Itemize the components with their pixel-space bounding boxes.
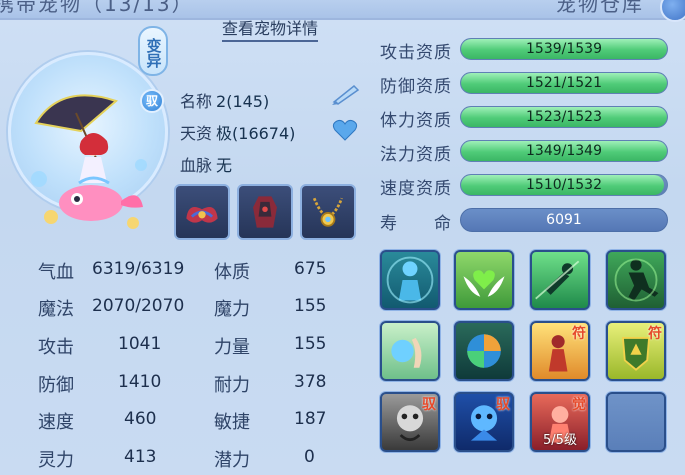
skill-slot-1[interactable] <box>380 250 440 310</box>
skill-level-11: 5/5级 <box>543 433 577 448</box>
stat-value-speed: 460 <box>124 409 157 429</box>
quality-bar-mana: 1349/1349 <box>460 140 668 162</box>
stat-label-defense: 防御 <box>38 375 74 396</box>
skill-slot-12[interactable] <box>606 392 666 452</box>
skill-slot-9[interactable]: 驭 <box>380 392 440 452</box>
ride-badge[interactable]: 驭 <box>140 89 164 113</box>
bloodline-value: 无 <box>216 156 233 175</box>
attr-label-magic: 魔力 <box>214 299 250 320</box>
attr-value-potential: 0 <box>304 447 315 467</box>
pet-name-row: 名称 2(145) <box>180 88 269 112</box>
quality-bar-stamina: 1523/1523 <box>460 106 668 128</box>
stat-label-hp: 气血 <box>38 262 74 283</box>
dragon-armor-icon <box>253 196 277 228</box>
figure-aura-skill-icon <box>386 256 434 304</box>
skill-tag-8: 符 <box>648 326 662 342</box>
equip-slot-3[interactable] <box>300 184 356 240</box>
quality-bar-defense: 1521/1521 <box>460 72 668 94</box>
pet-avatar[interactable] <box>8 52 168 229</box>
stat-value-defense: 1410 <box>118 372 162 392</box>
attr-value-agility: 187 <box>294 409 327 429</box>
quality-text-attack: 1539/1539 <box>526 41 602 57</box>
attr-label-potential: 潜力 <box>214 450 250 471</box>
pet-bloodline-row: 血脉无 <box>180 152 232 176</box>
carried-pets-tab[interactable]: 携带宠物（13/13） <box>0 0 194 17</box>
stat-value-mp: 2070/2070 <box>92 296 185 316</box>
quality-bar-attack: 1539/1539 <box>460 38 668 60</box>
stat-value-hp: 6319/6319 <box>92 259 185 279</box>
heart-wings-skill-icon <box>463 270 505 297</box>
heart-icon[interactable] <box>332 118 358 142</box>
skill-slot-7[interactable]: 符 <box>530 321 590 381</box>
skill-slot-11[interactable]: 觉 5/5级 <box>530 392 590 452</box>
attr-value-endurance: 378 <box>294 372 327 392</box>
gold-necklace-icon <box>312 197 344 227</box>
attr-label-constitution: 体质 <box>214 262 250 283</box>
skill-slot-8[interactable]: 符 <box>606 321 666 381</box>
stat-label-spirit: 灵力 <box>38 450 74 471</box>
quality-bar-speed: 1510/1532 <box>460 174 668 196</box>
skill-tag-10: 驭 <box>496 397 510 413</box>
skill-slot-10[interactable]: 驭 <box>454 392 514 452</box>
name-label: 名称 <box>180 92 213 111</box>
skill-slot-2[interactable] <box>454 250 514 310</box>
name-value: 2(145) <box>216 92 270 111</box>
aptitude-label: 天资 <box>180 124 213 143</box>
pet-aptitude-row: 天资 极(16674) <box>180 120 295 144</box>
quality-label-attack: 攻击资质 <box>380 43 452 63</box>
aptitude-value: 极(16674) <box>216 124 296 143</box>
hand-orb-skill-icon <box>391 337 422 368</box>
skill-tag-11: 觉 <box>572 397 586 413</box>
stat-label-mp: 魔法 <box>38 299 74 320</box>
quality-text-speed: 1510/1532 <box>526 177 602 193</box>
kick-skill-icon <box>614 258 659 302</box>
quality-label-defense: 防御资质 <box>380 77 452 97</box>
quality-label-mana: 法力资质 <box>380 145 452 165</box>
spiral-orb-skill-icon <box>467 334 501 368</box>
quality-text-stamina: 1523/1523 <box>526 109 602 125</box>
lifespan-bar: 6091 <box>460 208 668 232</box>
stat-value-spirit: 413 <box>124 447 157 467</box>
skill-tag-7: 符 <box>572 326 586 342</box>
lifespan-label: 寿 命 <box>380 214 452 234</box>
attr-value-strength: 155 <box>294 334 327 354</box>
flame-crown-icon <box>186 206 218 223</box>
bloodline-label: 血脉 <box>180 156 213 175</box>
pet-storage-tab[interactable]: 宠物仓库 <box>556 0 644 17</box>
attr-label-strength: 力量 <box>214 337 250 358</box>
equip-slot-2[interactable] <box>237 184 293 240</box>
skill-slot-4[interactable] <box>606 250 666 310</box>
attr-label-endurance: 耐力 <box>214 375 250 396</box>
skill-slot-5[interactable] <box>380 321 440 381</box>
edit-name-icon[interactable] <box>330 82 362 106</box>
empty-slot-icon <box>608 394 664 450</box>
equip-slot-1[interactable] <box>174 184 230 240</box>
skill-slot-6[interactable] <box>454 321 514 381</box>
skill-slot-3[interactable] <box>530 250 590 310</box>
dash-strike-skill-icon <box>535 260 580 300</box>
skill-tag-9: 驭 <box>422 397 436 413</box>
view-pet-detail-link[interactable]: 查看宠物详情 <box>222 15 319 42</box>
attr-value-constitution: 675 <box>294 259 327 279</box>
quality-text-defense: 1521/1521 <box>526 75 602 91</box>
attr-value-magic: 155 <box>294 296 327 316</box>
stat-value-attack: 1041 <box>118 334 162 354</box>
quality-label-speed: 速度资质 <box>380 179 452 199</box>
quality-label-stamina: 体力资质 <box>380 111 452 131</box>
stat-label-attack: 攻击 <box>38 337 74 358</box>
stat-label-speed: 速度 <box>38 412 74 433</box>
variant-badge: 变异 <box>138 26 168 76</box>
attr-label-agility: 敏捷 <box>214 412 250 433</box>
quality-text-mana: 1349/1349 <box>526 143 602 159</box>
